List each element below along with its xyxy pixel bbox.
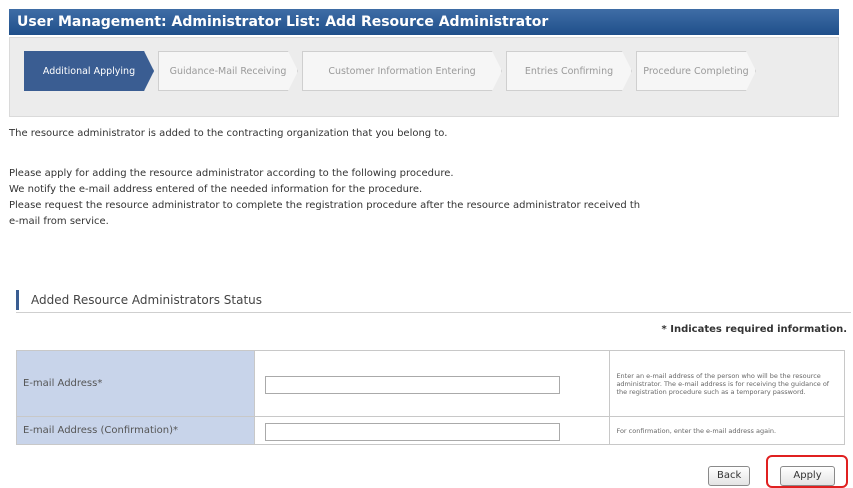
email-confirmation-help-text: For confirmation, enter the e-mail addre…	[609, 416, 845, 445]
intro-text-5: e-mail from service.	[9, 216, 109, 227]
step-customer-information-entering: Customer Information Entering	[302, 51, 502, 91]
step-guidance-mail-receiving: Guidance-Mail Receiving	[158, 51, 298, 91]
apply-button[interactable]: Apply	[780, 466, 835, 486]
page-title: User Management: Administrator List: Add…	[9, 9, 839, 35]
back-button[interactable]: Back	[708, 466, 751, 486]
intro-text-3: We notify the e-mail address entered of …	[9, 184, 423, 195]
intro-text-4: Please request the resource administrato…	[9, 200, 641, 211]
intro-text-1: The resource administrator is added to t…	[9, 128, 448, 139]
email-help-text: Enter an e-mail address of the person wh…	[609, 350, 845, 417]
step-entries-confirming: Entries Confirming	[506, 51, 632, 91]
progress-steps: Additional Applying Guidance-Mail Receiv…	[9, 37, 839, 117]
section-divider	[16, 312, 851, 313]
step-procedure-completing: Procedure Completing	[636, 51, 756, 91]
email-confirmation-field[interactable]	[264, 423, 560, 442]
form-row-email-confirmation: E-mail Address (Confirmation)* For confi…	[16, 416, 845, 445]
email-confirmation-label: E-mail Address (Confirmation)*	[16, 416, 255, 445]
email-label: E-mail Address*	[16, 350, 255, 417]
section-title: Added Resource Administrators Status	[16, 290, 262, 310]
form-table: E-mail Address* Enter an e-mail address …	[16, 350, 845, 445]
required-note: * Indicates required information.	[661, 324, 847, 335]
intro-text-2: Please apply for adding the resource adm…	[9, 168, 454, 179]
step-additional-applying: Additional Applying	[24, 51, 154, 91]
email-field[interactable]	[264, 376, 560, 395]
form-row-email: E-mail Address* Enter an e-mail address …	[16, 350, 845, 417]
